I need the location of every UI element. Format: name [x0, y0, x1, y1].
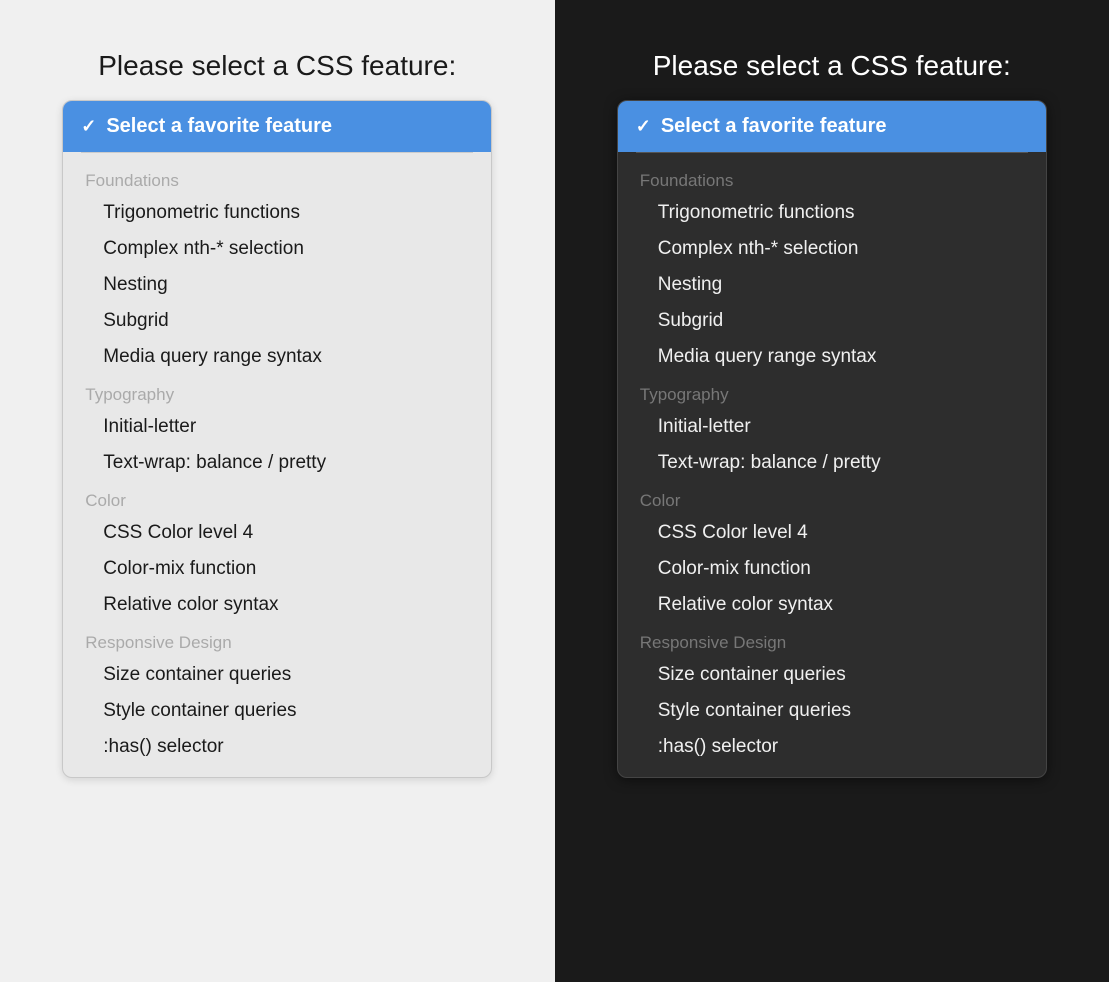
list-item[interactable]: Nesting: [63, 267, 491, 303]
list-item[interactable]: :has() selector: [618, 729, 1046, 765]
list-item[interactable]: Text-wrap: balance / pretty: [618, 445, 1046, 481]
list-item[interactable]: Initial-letter: [618, 409, 1046, 445]
list-item[interactable]: Color-mix function: [63, 551, 491, 587]
list-item[interactable]: Complex nth-* selection: [618, 231, 1046, 267]
light-group-responsive: Responsive Design: [63, 623, 491, 657]
list-item[interactable]: Size container queries: [618, 657, 1046, 693]
light-group-typography: Typography: [63, 375, 491, 409]
light-panel-title: Please select a CSS feature:: [98, 50, 456, 82]
list-item[interactable]: :has() selector: [63, 729, 491, 765]
light-options-list: Foundations Trigonometric functions Comp…: [63, 153, 491, 777]
dark-group-color: Color: [618, 481, 1046, 515]
list-item[interactable]: Relative color syntax: [63, 587, 491, 623]
dark-select-header[interactable]: ✓ Select a favorite feature: [618, 101, 1046, 152]
light-select-header[interactable]: ✓ Select a favorite feature: [63, 101, 491, 152]
list-item[interactable]: Initial-letter: [63, 409, 491, 445]
list-item[interactable]: Style container queries: [63, 693, 491, 729]
list-item[interactable]: Subgrid: [63, 303, 491, 339]
list-item[interactable]: Nesting: [618, 267, 1046, 303]
list-item[interactable]: Media query range syntax: [63, 339, 491, 375]
list-item[interactable]: Size container queries: [63, 657, 491, 693]
list-item[interactable]: Media query range syntax: [618, 339, 1046, 375]
list-item[interactable]: Trigonometric functions: [618, 195, 1046, 231]
dark-group-foundations: Foundations: [618, 161, 1046, 195]
list-item[interactable]: CSS Color level 4: [618, 515, 1046, 551]
light-select-container: ✓ Select a favorite feature Foundations …: [62, 100, 492, 778]
list-item[interactable]: Trigonometric functions: [63, 195, 491, 231]
list-item[interactable]: Color-mix function: [618, 551, 1046, 587]
dark-options-list: Foundations Trigonometric functions Comp…: [618, 153, 1046, 777]
light-panel: Please select a CSS feature: ✓ Select a …: [0, 0, 555, 982]
dark-panel: Please select a CSS feature: ✓ Select a …: [555, 0, 1109, 982]
dark-group-responsive: Responsive Design: [618, 623, 1046, 657]
list-item[interactable]: Subgrid: [618, 303, 1046, 339]
light-group-foundations: Foundations: [63, 161, 491, 195]
list-item[interactable]: Complex nth-* selection: [63, 231, 491, 267]
list-item[interactable]: Text-wrap: balance / pretty: [63, 445, 491, 481]
light-group-color: Color: [63, 481, 491, 515]
list-item[interactable]: Style container queries: [618, 693, 1046, 729]
dark-panel-title: Please select a CSS feature:: [653, 50, 1011, 82]
light-selected-label: Select a favorite feature: [106, 115, 332, 138]
dark-group-typography: Typography: [618, 375, 1046, 409]
dark-checkmark-icon: ✓: [636, 116, 651, 137]
list-item[interactable]: CSS Color level 4: [63, 515, 491, 551]
dark-select-container: ✓ Select a favorite feature Foundations …: [617, 100, 1047, 778]
list-item[interactable]: Relative color syntax: [618, 587, 1046, 623]
dark-selected-label: Select a favorite feature: [661, 115, 887, 138]
light-checkmark-icon: ✓: [81, 116, 96, 137]
